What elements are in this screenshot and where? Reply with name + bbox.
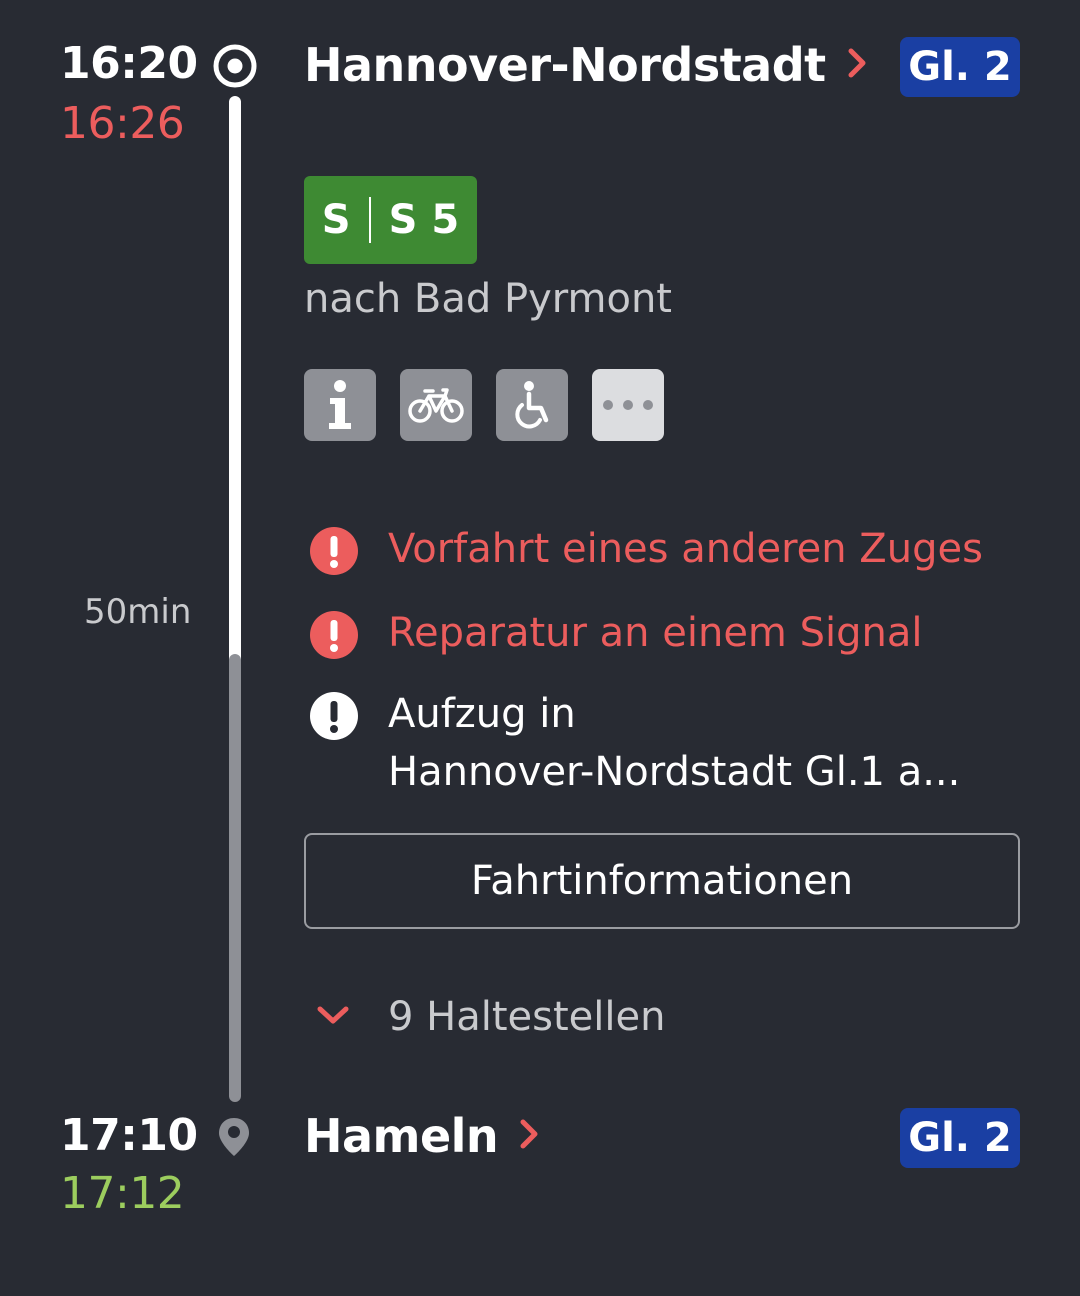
arrival-station-name: Hameln [304,1109,499,1163]
destination-pin-icon [216,1116,252,1162]
bicycle-icon[interactable] [400,369,472,441]
more-icon[interactable] [592,369,664,441]
line-badge[interactable]: S S 5 [304,176,477,264]
info-alert-icon [310,692,358,740]
departure-station-name: Hannover-Nordstadt [304,38,826,92]
chevron-down-icon[interactable] [316,1004,350,1030]
message-elevator-line1: Aufzug in [388,691,576,737]
message-delay-1[interactable]: Vorfahrt eines anderen Zuges [388,526,983,572]
departure-station-link[interactable]: Hannover-Nordstadt [304,38,866,92]
timeline-track-traveled [229,96,241,666]
arrival-actual-time: 17:12 [60,1168,185,1219]
departure-scheduled-time: 16:20 [60,38,198,89]
arrival-scheduled-time: 17:10 [60,1110,198,1161]
trip-info-button[interactable]: Fahrtinformationen [304,833,1020,929]
info-icon[interactable] [304,369,376,441]
message-delay-2[interactable]: Reparatur an einem Signal [388,610,922,656]
warning-alert-icon [310,527,358,575]
line-number: S 5 [388,197,460,243]
line-badge-divider [368,197,371,243]
departure-origin-icon [212,43,258,89]
message-elevator-line2: Hannover-Nordstadt Gl.1 a... [388,749,961,795]
train-direction: nach Bad Pyrmont [304,276,672,322]
timeline-track-remaining [229,654,241,1102]
arrival-station-link[interactable]: Hameln [304,1109,538,1163]
line-product: S [321,197,351,243]
arrival-platform-badge: Gl. 2 [900,1108,1020,1168]
message-elevator[interactable]: Aufzug in Hannover-Nordstadt Gl.1 a... [388,685,960,801]
departure-platform-badge: Gl. 2 [900,37,1020,97]
chevron-right-icon [520,1119,538,1153]
chevron-right-icon [848,48,866,82]
departure-actual-time: 16:26 [60,98,185,149]
warning-alert-icon [310,611,358,659]
trip-duration: 50min [84,592,192,632]
stops-toggle[interactable]: 9 Haltestellen [388,994,665,1040]
wheelchair-icon[interactable] [496,369,568,441]
